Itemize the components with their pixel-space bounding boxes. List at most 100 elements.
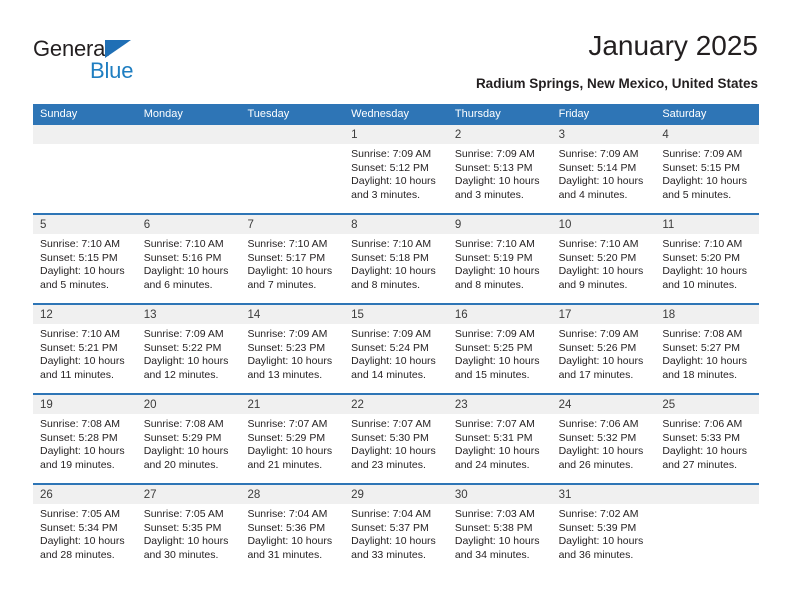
calendar-day-cell[interactable]: 28 Sunrise: 7:04 AM Sunset: 5:36 PM Dayli… — [240, 485, 345, 573]
day-cell-body: Sunrise: 7:10 AM Sunset: 5:21 PM Dayligh… — [33, 324, 137, 382]
day-number-band: 17 — [551, 305, 656, 324]
calendar-day-cell[interactable]: 23 Sunrise: 7:07 AM Sunset: 5:31 PM Dayli… — [447, 395, 552, 483]
day-cell-body: Sunrise: 7:08 AM Sunset: 5:27 PM Dayligh… — [655, 324, 759, 382]
day-number: 31 — [558, 489, 572, 501]
day-cell-body: Sunrise: 7:05 AM Sunset: 5:35 PM Dayligh… — [137, 504, 241, 562]
calendar-day-cell[interactable]: 7 Sunrise: 7:10 AM Sunset: 5:17 PM Daylig… — [240, 215, 345, 303]
day-cell-body: Sunrise: 7:02 AM Sunset: 5:39 PM Dayligh… — [552, 504, 656, 562]
day-cell-body — [655, 504, 759, 508]
day-cell-body: Sunrise: 7:08 AM Sunset: 5:28 PM Dayligh… — [33, 414, 137, 472]
calendar-day-cell[interactable]: 26 Sunrise: 7:05 AM Sunset: 5:34 PM Dayli… — [33, 485, 137, 573]
calendar-day-cell[interactable]: 10 Sunrise: 7:10 AM Sunset: 5:20 PM Dayli… — [551, 215, 656, 303]
calendar-day-cell[interactable]: 17 Sunrise: 7:09 AM Sunset: 5:26 PM Dayli… — [551, 305, 656, 393]
day-number-band — [655, 485, 760, 504]
sun-times-text: Sunrise: 7:03 AM Sunset: 5:38 PM Dayligh… — [454, 508, 540, 561]
day-number-band: 12 — [33, 305, 137, 324]
day-number-band: 22 — [344, 395, 448, 414]
day-cell-body: Sunrise: 7:10 AM Sunset: 5:20 PM Dayligh… — [655, 234, 759, 292]
day-number: 8 — [351, 219, 358, 231]
day-cell-body: Sunrise: 7:10 AM Sunset: 5:18 PM Dayligh… — [344, 234, 448, 292]
day-cell-body: Sunrise: 7:05 AM Sunset: 5:34 PM Dayligh… — [33, 504, 137, 562]
calendar-day-cell[interactable]: 4 Sunrise: 7:09 AM Sunset: 5:15 PM Daylig… — [655, 125, 760, 213]
day-number-band: 23 — [447, 395, 552, 414]
day-number-band — [33, 125, 137, 144]
week-cells: 12 Sunrise: 7:10 AM Sunset: 5:21 PM Dayli… — [33, 305, 760, 393]
day-cell-body: Sunrise: 7:07 AM Sunset: 5:31 PM Dayligh… — [448, 414, 552, 472]
sun-times-text: Sunrise: 7:05 AM Sunset: 5:35 PM Dayligh… — [143, 508, 229, 561]
calendar-day-cell[interactable]: 22 Sunrise: 7:07 AM Sunset: 5:30 PM Dayli… — [344, 395, 448, 483]
day-number: 27 — [143, 489, 157, 501]
calendar-day-cell[interactable]: 14 Sunrise: 7:09 AM Sunset: 5:23 PM Dayli… — [240, 305, 345, 393]
weekday-header-monday: Monday — [143, 108, 183, 120]
calendar-empty-cell — [240, 125, 345, 213]
day-number-band: 11 — [655, 215, 760, 234]
sun-times-text: Sunrise: 7:06 AM Sunset: 5:33 PM Dayligh… — [662, 418, 747, 471]
calendar-week-row: 26 Sunrise: 7:05 AM Sunset: 5:34 PM Dayli… — [33, 483, 760, 573]
calendar-day-cell[interactable]: 24 Sunrise: 7:06 AM Sunset: 5:32 PM Dayli… — [551, 395, 656, 483]
weekday-header-tuesday: Tuesday — [247, 108, 290, 120]
sun-times-text: Sunrise: 7:07 AM Sunset: 5:30 PM Dayligh… — [351, 418, 436, 471]
sun-times-text: Sunrise: 7:04 AM Sunset: 5:37 PM Dayligh… — [351, 508, 436, 561]
calendar-day-cell[interactable]: 21 Sunrise: 7:07 AM Sunset: 5:29 PM Dayli… — [240, 395, 345, 483]
day-number: 9 — [454, 219, 462, 231]
week-cells: 26 Sunrise: 7:05 AM Sunset: 5:34 PM Dayli… — [33, 485, 760, 573]
calendar-day-cell[interactable]: 31 Sunrise: 7:02 AM Sunset: 5:39 PM Dayli… — [551, 485, 656, 573]
calendar-day-cell[interactable]: 13 Sunrise: 7:09 AM Sunset: 5:22 PM Dayli… — [136, 305, 241, 393]
sun-times-text: Sunrise: 7:07 AM Sunset: 5:31 PM Dayligh… — [454, 418, 540, 471]
calendar-day-cell[interactable]: 8 Sunrise: 7:10 AM Sunset: 5:18 PM Daylig… — [344, 215, 448, 303]
sun-times-text: Sunrise: 7:09 AM Sunset: 5:12 PM Dayligh… — [351, 148, 436, 201]
calendar-day-cell[interactable]: 15 Sunrise: 7:09 AM Sunset: 5:24 PM Dayli… — [344, 305, 448, 393]
calendar-day-cell[interactable]: 16 Sunrise: 7:09 AM Sunset: 5:25 PM Dayli… — [447, 305, 552, 393]
sun-times-text: Sunrise: 7:09 AM Sunset: 5:24 PM Dayligh… — [351, 328, 436, 381]
day-cell-body — [33, 144, 137, 148]
day-number: 13 — [143, 309, 157, 321]
calendar-day-cell[interactable]: 12 Sunrise: 7:10 AM Sunset: 5:21 PM Dayli… — [33, 305, 137, 393]
calendar-day-cell[interactable]: 6 Sunrise: 7:10 AM Sunset: 5:16 PM Daylig… — [136, 215, 241, 303]
calendar-day-cell[interactable]: 20 Sunrise: 7:08 AM Sunset: 5:29 PM Dayli… — [136, 395, 241, 483]
day-number: 22 — [351, 399, 364, 411]
calendar-day-cell[interactable]: 9 Sunrise: 7:10 AM Sunset: 5:19 PM Daylig… — [447, 215, 552, 303]
day-number: 2 — [454, 129, 462, 141]
calendar-day-cell[interactable]: 5 Sunrise: 7:10 AM Sunset: 5:15 PM Daylig… — [33, 215, 137, 303]
day-number-band: 28 — [240, 485, 345, 504]
day-cell-body: Sunrise: 7:07 AM Sunset: 5:30 PM Dayligh… — [344, 414, 448, 472]
calendar-weeks: 1 Sunrise: 7:09 AM Sunset: 5:12 PM Daylig… — [33, 125, 760, 573]
day-number: 18 — [662, 309, 676, 321]
calendar-day-cell[interactable]: 19 Sunrise: 7:08 AM Sunset: 5:28 PM Dayli… — [33, 395, 137, 483]
calendar-day-cell[interactable]: 2 Sunrise: 7:09 AM Sunset: 5:13 PM Daylig… — [447, 125, 552, 213]
week-cells: 1 Sunrise: 7:09 AM Sunset: 5:12 PM Daylig… — [33, 125, 760, 213]
sun-times-text: Sunrise: 7:08 AM Sunset: 5:29 PM Dayligh… — [143, 418, 229, 471]
day-number-band: 21 — [240, 395, 345, 414]
sun-times-text: Sunrise: 7:05 AM Sunset: 5:34 PM Dayligh… — [40, 508, 125, 561]
calendar-day-cell[interactable]: 27 Sunrise: 7:05 AM Sunset: 5:35 PM Dayli… — [136, 485, 241, 573]
weekday-header-wednesday: Wednesday — [351, 108, 410, 120]
day-number: 20 — [143, 399, 157, 411]
general-blue-logo[interactable]: General Blue — [33, 36, 213, 86]
day-number-band: 4 — [655, 125, 760, 144]
calendar-day-cell[interactable]: 3 Sunrise: 7:09 AM Sunset: 5:14 PM Daylig… — [551, 125, 656, 213]
day-cell-body — [137, 144, 241, 148]
page-header: General Blue January 2025 Radium Springs… — [0, 0, 792, 98]
day-number: 21 — [247, 399, 261, 411]
calendar-day-cell[interactable]: 30 Sunrise: 7:03 AM Sunset: 5:38 PM Dayli… — [447, 485, 552, 573]
day-number-band: 26 — [33, 485, 137, 504]
sun-times-text: Sunrise: 7:02 AM Sunset: 5:39 PM Dayligh… — [558, 508, 644, 561]
calendar-day-cell[interactable]: 29 Sunrise: 7:04 AM Sunset: 5:37 PM Dayli… — [344, 485, 448, 573]
calendar-day-cell[interactable]: 1 Sunrise: 7:09 AM Sunset: 5:12 PM Daylig… — [344, 125, 448, 213]
calendar-day-cell[interactable]: 18 Sunrise: 7:08 AM Sunset: 5:27 PM Dayli… — [655, 305, 760, 393]
sun-times-text: Sunrise: 7:10 AM Sunset: 5:20 PM Dayligh… — [558, 238, 644, 291]
sun-times-text: Sunrise: 7:10 AM Sunset: 5:19 PM Dayligh… — [454, 238, 540, 291]
sun-times-text: Sunrise: 7:09 AM Sunset: 5:26 PM Dayligh… — [558, 328, 644, 381]
day-cell-body — [240, 144, 344, 148]
calendar-day-cell[interactable]: 25 Sunrise: 7:06 AM Sunset: 5:33 PM Dayli… — [655, 395, 760, 483]
weekday-header-saturday: Saturday — [662, 108, 707, 120]
day-number: 12 — [40, 309, 53, 321]
calendar-day-cell[interactable]: 11 Sunrise: 7:10 AM Sunset: 5:20 PM Dayli… — [655, 215, 760, 303]
day-number-band: 30 — [447, 485, 552, 504]
sun-times-text: Sunrise: 7:07 AM Sunset: 5:29 PM Dayligh… — [247, 418, 333, 471]
calendar-week-row: 1 Sunrise: 7:09 AM Sunset: 5:12 PM Daylig… — [33, 125, 760, 213]
day-number-band: 29 — [344, 485, 448, 504]
day-cell-body: Sunrise: 7:09 AM Sunset: 5:13 PM Dayligh… — [448, 144, 552, 202]
day-number: 25 — [662, 399, 676, 411]
day-cell-body: Sunrise: 7:10 AM Sunset: 5:16 PM Dayligh… — [137, 234, 241, 292]
